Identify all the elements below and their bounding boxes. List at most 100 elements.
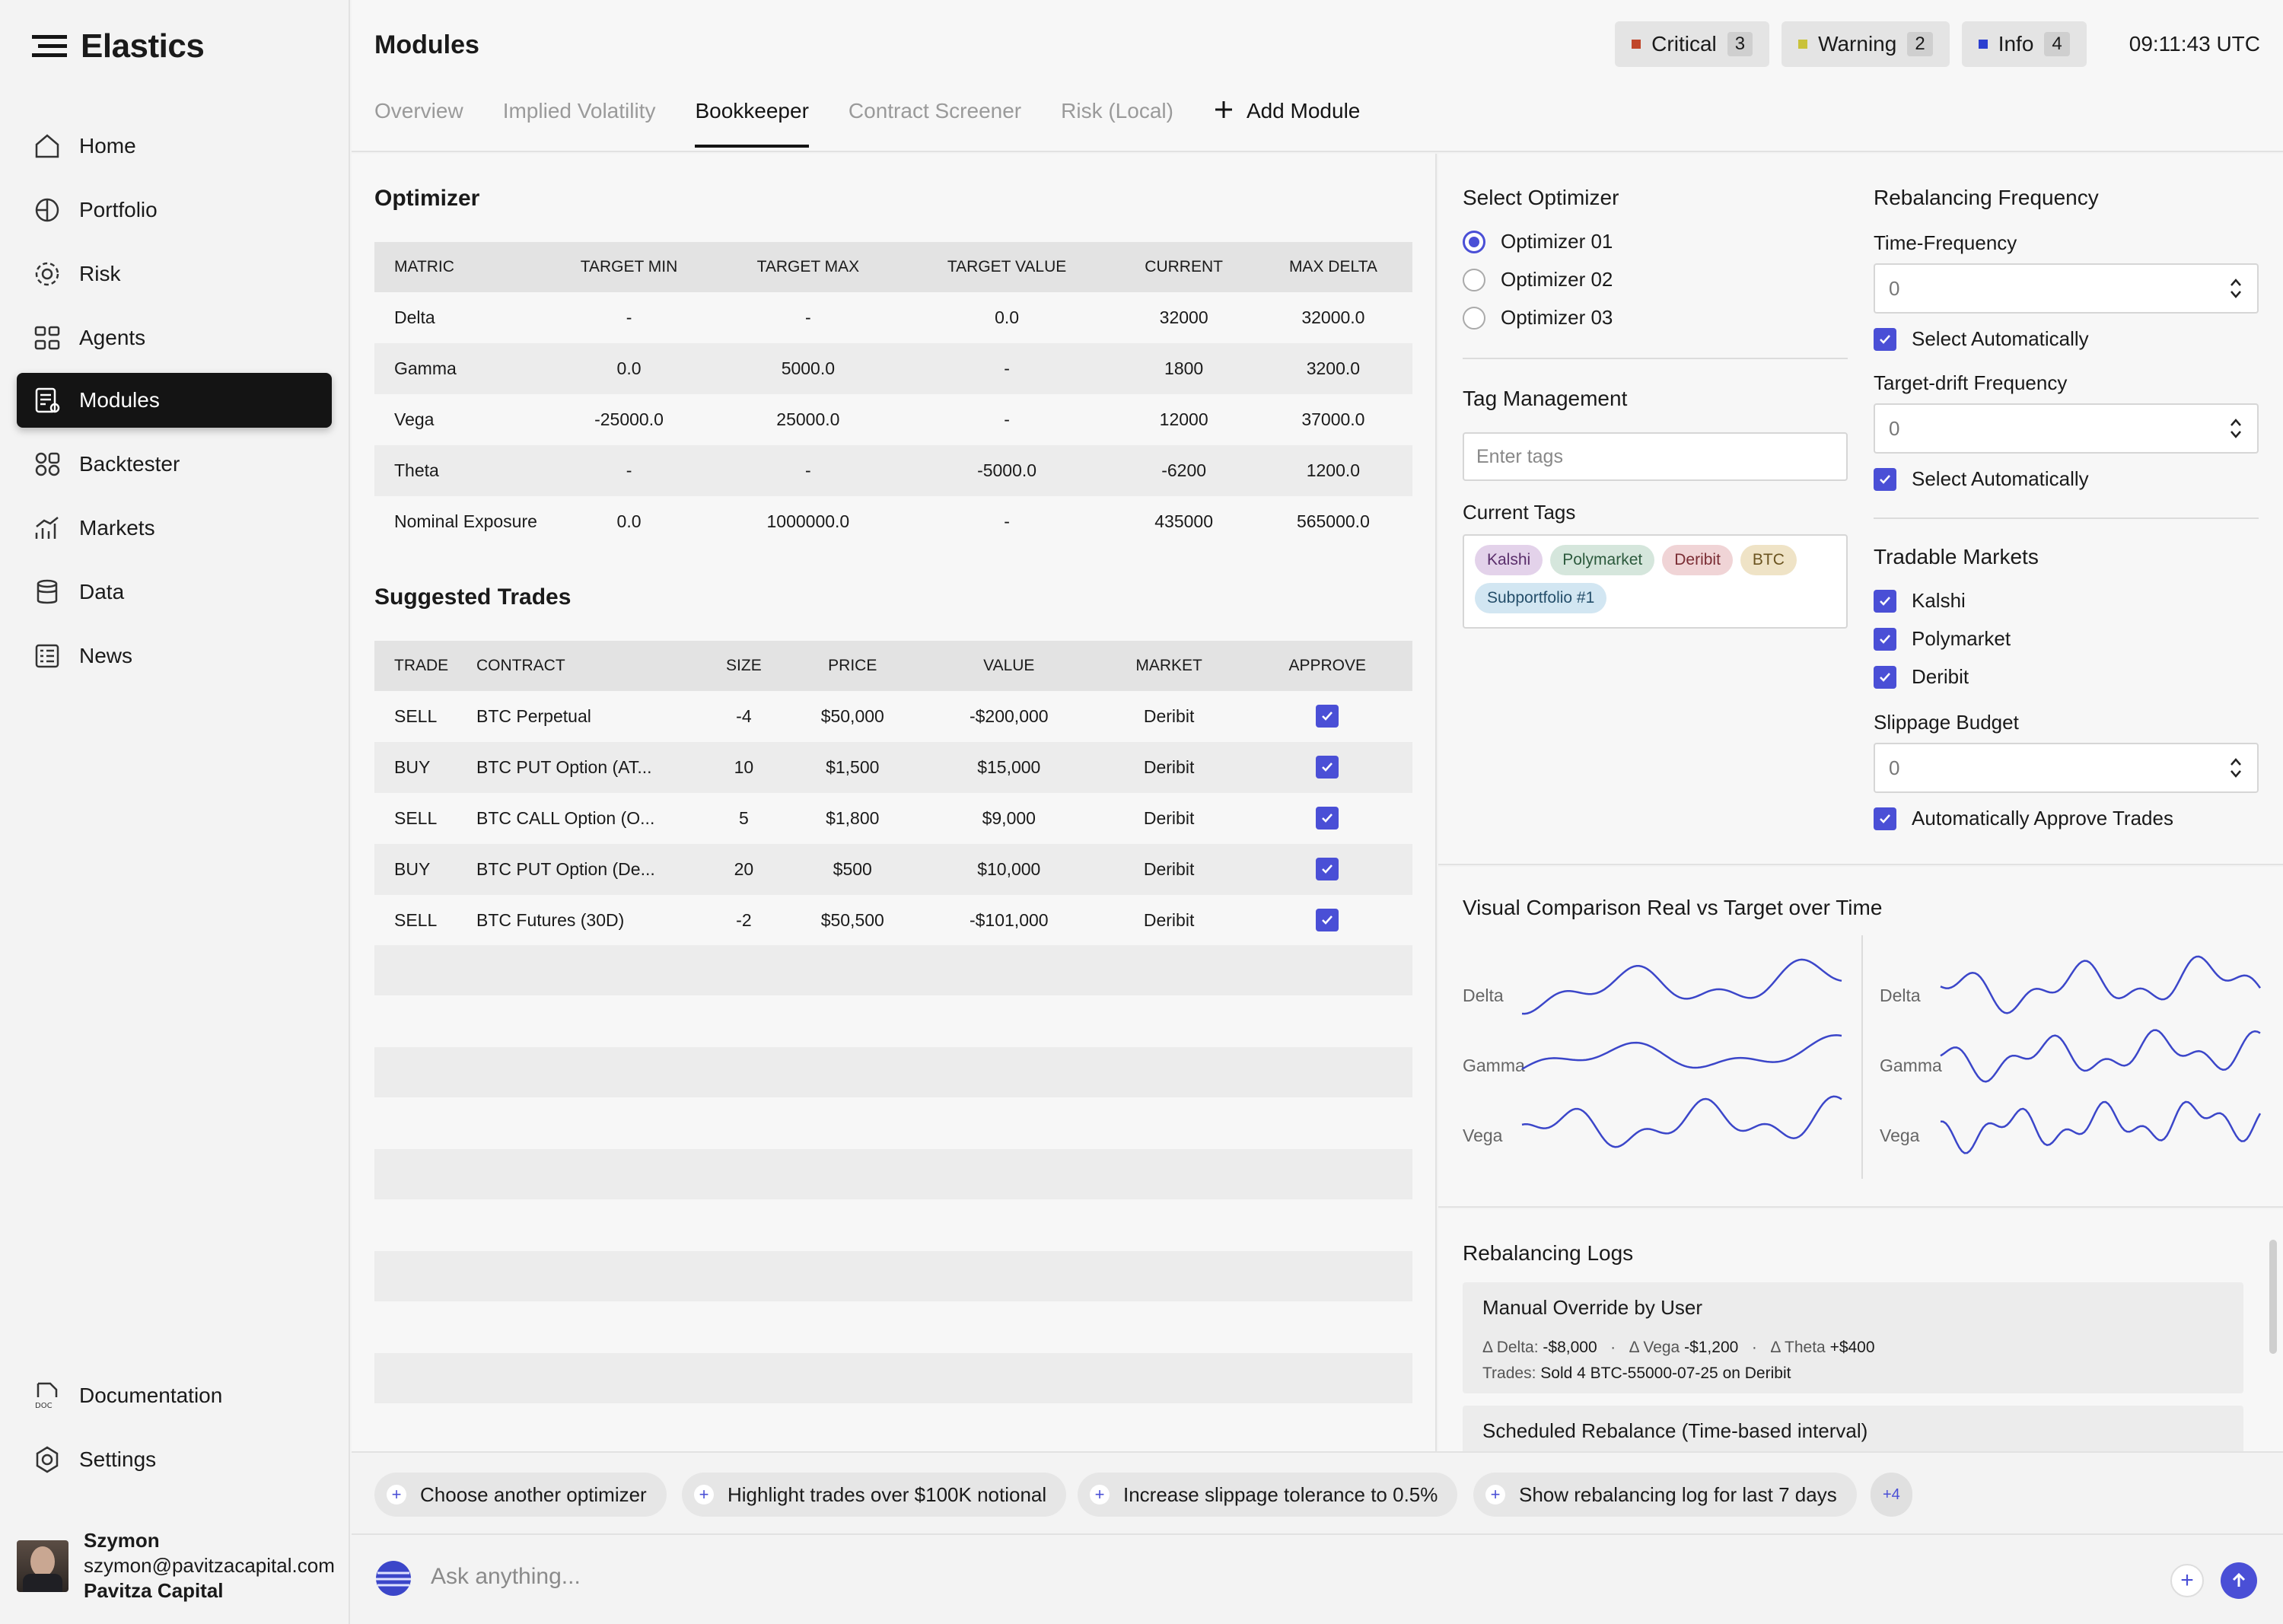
log-entry[interactable]: Manual Override by User Δ Delta: -$8,000… <box>1463 1282 2243 1393</box>
risk-icon <box>35 262 59 286</box>
table-row: SELL BTC CALL Option (O... 5 $1,800 $9,000 De… <box>374 793 1412 844</box>
settings-icon <box>36 1446 59 1473</box>
sidebar-item-label: Home <box>79 134 136 158</box>
table-row: Nominal Exposure 0.0 1000000.0 - 435000 56500… <box>374 496 1412 547</box>
tag-chip[interactable]: Kalshi <box>1475 545 1543 575</box>
sidebar-item-markets[interactable]: Markets <box>17 501 332 556</box>
time-auto-checkbox[interactable]: Select Automatically <box>1874 327 2089 351</box>
drift-auto-checkbox[interactable]: Select Automatically <box>1874 467 2089 491</box>
auto-approve-checkbox[interactable]: Automatically Approve Trades <box>1874 807 2173 830</box>
table-cell: 32000.0 <box>1301 307 1365 327</box>
plus-icon: + <box>1090 1485 1110 1505</box>
log-vega-label: Δ Vega <box>1629 1339 1680 1356</box>
checkbox-label: Automatically Approve Trades <box>1912 807 2173 830</box>
table-cell: $10,000 <box>922 844 1096 895</box>
tag-chip[interactable]: Deribit <box>1662 545 1733 575</box>
tab-overview[interactable]: Overview <box>374 99 463 148</box>
send-button[interactable] <box>2221 1562 2257 1599</box>
rebalancing-frequency-title: Rebalancing Frequency <box>1874 186 2099 209</box>
checkmark-icon <box>1322 915 1333 925</box>
sidebar-item-documentation[interactable]: DOC Documentation <box>17 1368 332 1423</box>
current-tags-box: Kalshi Polymarket Deribit BTC Subportfolio #… <box>1463 534 1848 629</box>
attach-button[interactable]: + <box>2170 1564 2204 1597</box>
sidebar-item-backtester[interactable]: Backtester <box>17 437 332 492</box>
table-cell: 20 <box>705 844 783 895</box>
stepper-value: 0 <box>1889 276 1900 300</box>
empty-table-row <box>374 1353 1412 1403</box>
suggestion-chip[interactable]: + Show rebalancing log for last 7 days <box>1473 1473 1857 1517</box>
market-checkbox-polymarket[interactable]: Polymarket <box>1874 627 2011 651</box>
approve-checkbox[interactable] <box>1316 807 1339 830</box>
table-cell: 10 <box>705 742 783 793</box>
time-frequency-stepper[interactable]: 0 <box>1874 263 2259 314</box>
sidebar-item-news[interactable]: News <box>17 629 332 683</box>
table-cell: -5000.0 <box>900 445 1114 496</box>
tag-chip[interactable]: BTC <box>1740 545 1797 575</box>
target-drift-stepper[interactable]: 0 <box>1874 403 2259 454</box>
logs-scrollbar[interactable] <box>2269 1240 2277 1354</box>
table-cell: -$101,000 <box>969 910 1049 930</box>
table-cell: 0.0 <box>542 343 717 394</box>
market-checkbox-deribit[interactable]: Deribit <box>1874 665 1969 689</box>
approve-checkbox[interactable] <box>1316 756 1339 779</box>
tab-implied-volatility[interactable]: Implied Volatility <box>503 99 656 148</box>
market-checkbox-kalshi[interactable]: Kalshi <box>1874 589 1966 613</box>
app-logo[interactable]: Elastics <box>32 27 205 65</box>
divider <box>1463 358 1848 359</box>
approve-checkbox[interactable] <box>1316 705 1339 728</box>
table-cell: 5 <box>738 808 749 828</box>
sidebar-item-label: Modules <box>79 388 160 412</box>
alert-label: Critical <box>1651 32 1717 56</box>
sidebar-item-risk[interactable]: Risk <box>17 247 332 301</box>
suggestion-chip[interactable]: + Choose another optimizer <box>374 1473 667 1517</box>
column-header: CONTRACT <box>476 641 705 691</box>
doc-icon: DOC <box>35 1382 58 1410</box>
sidebar-item-settings[interactable]: Settings <box>17 1432 332 1487</box>
table-cell: BTC PUT Option (De... <box>476 844 705 895</box>
tab-risk-local[interactable]: Risk (Local) <box>1061 99 1173 148</box>
table-cell: BTC PUT Option (AT... <box>476 742 705 793</box>
user-profile[interactable]: Szymon szymon@pavitzacapital.com Pavitza… <box>17 1528 335 1603</box>
sidebar-item-data[interactable]: Data <box>17 565 332 619</box>
alert-info[interactable]: Info 4 <box>1961 21 2087 67</box>
suggestion-chip[interactable]: + Highlight trades over $100K notional <box>682 1473 1067 1517</box>
approve-cell <box>1242 793 1412 844</box>
column-header: PRICE <box>782 641 922 691</box>
add-module-button[interactable]: Add Module <box>1213 99 1360 148</box>
suggested-trades-title: Suggested Trades <box>374 584 572 610</box>
slippage-budget-stepper[interactable]: 0 <box>1874 743 2259 793</box>
tag-input[interactable]: Enter tags <box>1463 432 1848 481</box>
backtester-icon <box>35 452 60 476</box>
table-cell: 565000.0 <box>1296 511 1370 531</box>
more-suggestions-button[interactable]: +4 <box>1871 1473 1912 1517</box>
arrow-up-icon <box>2232 1572 2246 1587</box>
table-cell: $9,000 <box>982 808 1036 828</box>
sidebar-item-label: Backtester <box>79 452 180 476</box>
tag-chip[interactable]: Subportfolio #1 <box>1475 583 1607 613</box>
table-cell: $15,000 <box>922 742 1096 793</box>
sidebar-item-portfolio[interactable]: Portfolio <box>17 183 332 237</box>
user-email: szymon@pavitzacapital.com <box>84 1554 335 1577</box>
tag-chip[interactable]: Polymarket <box>1550 545 1655 575</box>
sidebar-item-modules[interactable]: Modules <box>17 373 332 428</box>
table-cell: -4 <box>736 706 752 726</box>
alert-label: Info <box>1998 32 2034 56</box>
tab-bookkeeper[interactable]: Bookkeeper <box>695 99 809 148</box>
alert-critical[interactable]: Critical 3 <box>1615 21 1770 67</box>
sidebar-item-home[interactable]: Home <box>17 119 332 174</box>
optimizer-radio-01[interactable]: Optimizer 01 <box>1463 230 1613 253</box>
radio-label: Optimizer 01 <box>1501 230 1613 253</box>
suggestion-chip[interactable]: + Increase slippage tolerance to 0.5% <box>1078 1473 1458 1517</box>
approve-checkbox[interactable] <box>1316 858 1339 880</box>
sidebar-item-agents[interactable]: Agents <box>17 310 332 365</box>
table-cell: 0.0 <box>995 307 1020 327</box>
optimizer-radio-02[interactable]: Optimizer 02 <box>1463 268 1613 291</box>
sparkline <box>1940 1100 2262 1154</box>
approve-checkbox[interactable] <box>1316 909 1339 931</box>
optimizer-radio-03[interactable]: Optimizer 03 <box>1463 306 1613 330</box>
sidebar: Elastics Home Portfolio Risk Agents Modu… <box>0 0 350 1624</box>
visual-comparison-panel: Visual Comparison Real vs Target over Ti… <box>1438 867 2283 1208</box>
alert-warning[interactable]: Warning 2 <box>1782 21 1950 67</box>
ask-input[interactable]: Ask anything... <box>431 1564 581 1590</box>
tab-contract-screener[interactable]: Contract Screener <box>849 99 1021 148</box>
